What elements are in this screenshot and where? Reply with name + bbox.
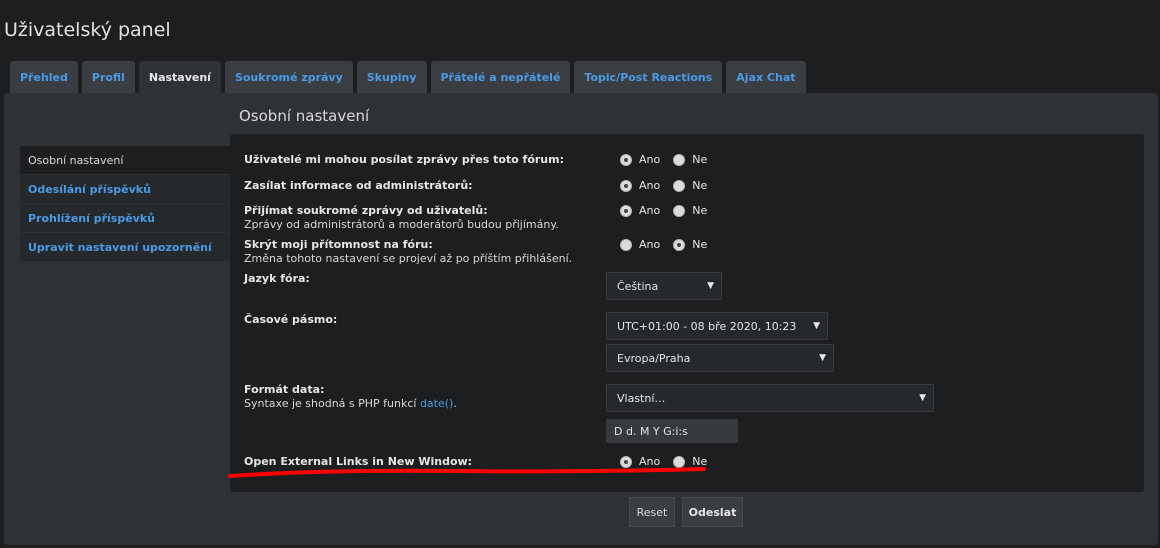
tab-ajax-chat[interactable]: Ajax Chat — [726, 61, 806, 94]
tab-groups[interactable]: Skupiny — [356, 61, 427, 94]
date-format-hint-suffix: . — [453, 397, 457, 410]
red-underline-annotation — [228, 467, 706, 478]
receive-pm-yes-radio[interactable] — [620, 204, 632, 217]
timezone-zone-value: Evropa/Praha — [617, 351, 691, 365]
yes-label: Ano — [639, 153, 661, 166]
tab-overview[interactable]: Přehled — [10, 61, 78, 94]
no-label: Ne — [692, 238, 708, 251]
tab-profile[interactable]: Profil — [81, 61, 135, 94]
custom-date-format-input[interactable]: D d. M Y G:i:s — [606, 419, 738, 443]
date-format-hint-text: Syntaxe je shodná s PHP funkcí — [244, 397, 417, 410]
hide-online-radios: Ano Ne — [620, 238, 720, 251]
admin-email-yes-radio[interactable] — [620, 179, 632, 192]
tab-private-messages[interactable]: Soukromé zprávy — [224, 61, 353, 94]
reset-button[interactable]: Reset — [629, 497, 675, 527]
date-format-select[interactable]: Vlastní… ▼ — [606, 384, 934, 412]
yes-label: Ano — [639, 238, 661, 251]
page-title: Uživatelský panel — [4, 19, 171, 41]
allow-pm-no-radio[interactable] — [673, 153, 686, 166]
timezone-date-select[interactable]: UTC+01:00 - 08 bře 2020, 10:23 ▼ — [606, 312, 828, 340]
hide-online-no-radio[interactable] — [673, 238, 686, 251]
sidebar-item-personal-settings[interactable]: Osobní nastavení — [20, 146, 230, 175]
sidebar-item-notifications[interactable]: Upravit nastavení upozornění — [20, 233, 230, 262]
admin-email-radios: Ano Ne — [620, 179, 720, 192]
timezone-date-value: UTC+01:00 - 08 bře 2020, 10:23 — [617, 319, 797, 333]
settings-form: Uživatelé mi mohou posílat zprávy přes t… — [230, 134, 1144, 492]
timezone-zone-select[interactable]: Evropa/Praha ▼ — [606, 344, 834, 372]
tab-settings[interactable]: Nastavení — [138, 61, 221, 94]
tab-reactions[interactable]: Topic/Post Reactions — [574, 61, 723, 94]
sidebar-item-posting[interactable]: Odesílání příspěvků — [20, 175, 230, 204]
no-label: Ne — [692, 153, 708, 166]
chevron-down-icon: ▼ — [819, 353, 826, 363]
section-title: Osobní nastavení — [239, 107, 370, 125]
language-select[interactable]: Čeština ▼ — [606, 272, 722, 300]
no-label: Ne — [692, 204, 708, 217]
chevron-down-icon: ▼ — [707, 281, 714, 291]
admin-email-no-radio[interactable] — [673, 179, 686, 192]
yes-label: Ano — [639, 179, 661, 192]
sidebar-item-viewing[interactable]: Prohlížení příspěvků — [20, 204, 230, 233]
receive-pm-hint: Zprávy od administrátorů a moderátorů bu… — [244, 218, 559, 231]
allow-pm-row: Uživatelé mi mohou posílat zprávy přes t… — [244, 153, 1124, 167]
admin-email-row: Zasílat informace od administrátorů: Ano… — [244, 179, 1124, 193]
submit-button[interactable]: Odeslat — [682, 497, 743, 527]
hide-online-yes-radio[interactable] — [620, 238, 632, 251]
allow-pm-radios: Ano Ne — [620, 153, 720, 166]
hide-online-row: Skrýt moji přítomnost na fóru: Změna toh… — [244, 238, 1124, 265]
date-format-select-value: Vlastní… — [617, 391, 666, 405]
hide-online-hint: Změna tohoto nastavení se projeví až po … — [244, 252, 573, 265]
tab-bar: Přehled Profil Nastavení Soukromé zprávy… — [10, 61, 810, 94]
receive-pm-row: Přijímat soukromé zprávy od uživatelů: Z… — [244, 204, 1124, 231]
allow-pm-yes-radio[interactable] — [620, 153, 632, 166]
no-label: Ne — [692, 179, 708, 192]
yes-label: Ano — [639, 204, 661, 217]
language-select-value: Čeština — [617, 279, 659, 293]
chevron-down-icon: ▼ — [919, 393, 926, 403]
settings-sidebar: Osobní nastavení Odesílání příspěvků Pro… — [20, 146, 230, 262]
receive-pm-radios: Ano Ne — [620, 204, 720, 217]
chevron-down-icon: ▼ — [813, 321, 820, 331]
php-date-link[interactable]: date() — [420, 397, 453, 410]
receive-pm-no-radio[interactable] — [673, 204, 686, 217]
tab-friends-foes[interactable]: Přátelé a nepřátelé — [430, 61, 571, 94]
